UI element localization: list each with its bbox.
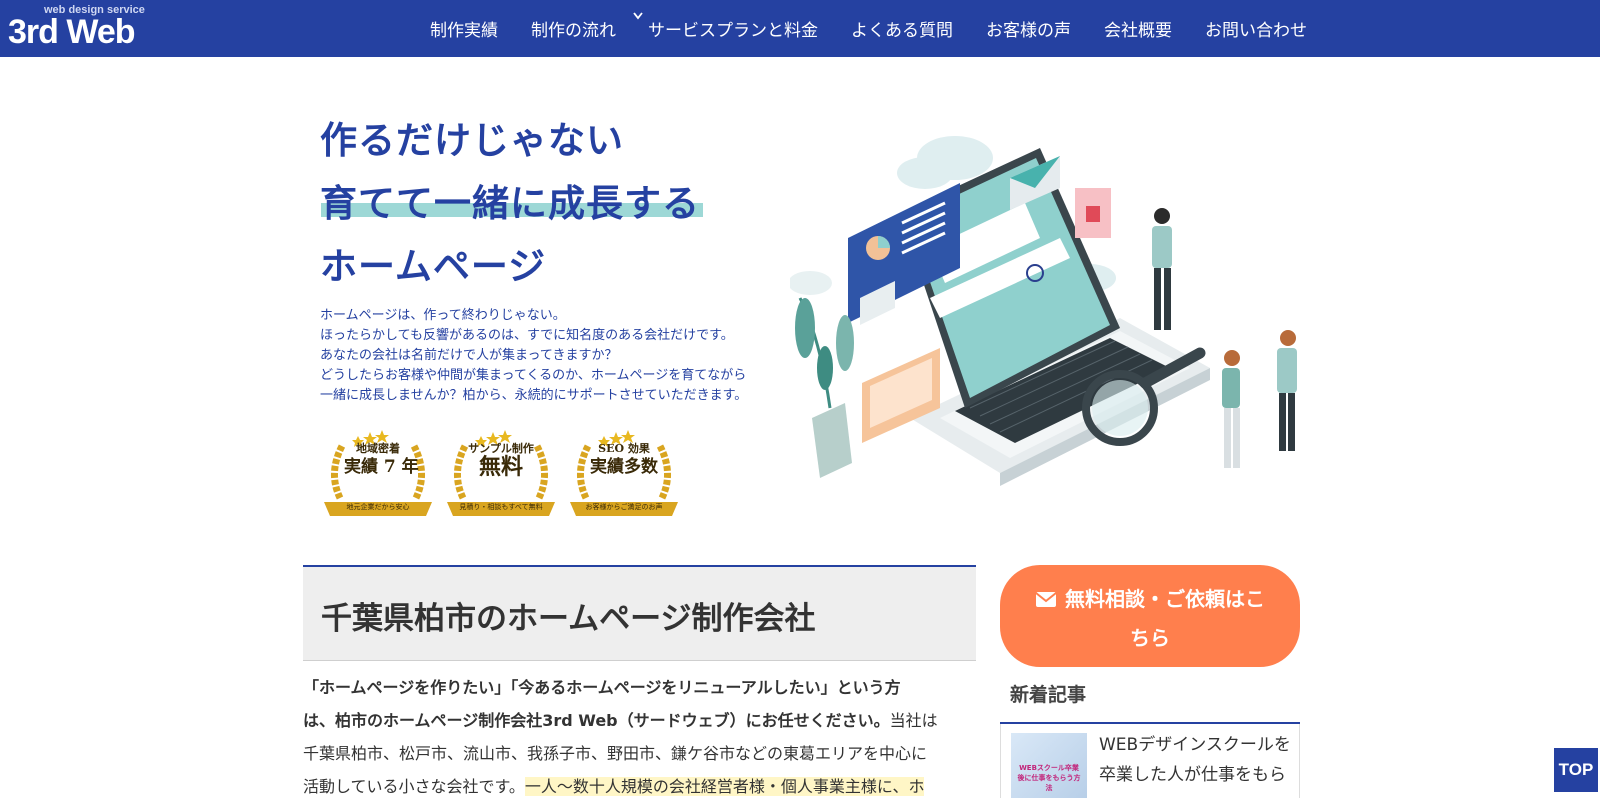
- intro-text-start: 活動している小さな会社です。: [303, 777, 525, 796]
- badge-line-1: 地域密着: [356, 442, 400, 455]
- cta-label: 無料相談・ご依頼はこ: [1065, 587, 1265, 611]
- cta-label-continued: ちら: [1130, 626, 1170, 650]
- hero-paragraph: ホームページは、作って終わりじゃない。 ほったらかしても反響があるのは、すでに知…: [320, 306, 760, 406]
- section-title: 千葉県柏市のホームページ制作会社: [321, 601, 816, 637]
- hero-headline-1: 作るだけじゃない: [320, 119, 624, 162]
- badge-ribbon: 見積り・相談もすべて無料: [459, 503, 543, 511]
- envelope-icon: [1035, 592, 1057, 607]
- hero-text-line: 一緒に成長しませんか？柏から、永続的にサポートさせていただきます。: [320, 388, 748, 403]
- hero-illustration: [790, 136, 1297, 486]
- hero-text-line: あなたの会社は名前だけで人が集まってきますか？: [320, 348, 618, 363]
- article-thumbnail[interactable]: WEBスクール卒業後に仕事をもらう方法: [1011, 733, 1087, 798]
- hero-headline-3: ホームページ: [320, 245, 547, 288]
- intro-line: は、柏市のホームページ制作会社3rd Web（サードウェブ）にお任せください。当…: [303, 704, 976, 737]
- main-nav: 制作実績 制作の流れ サービスプランと料金 よくある質問 お客様の声 会社概要 …: [0, 0, 1600, 57]
- intro-line: 活動している小さな会社です。一人～数十人規模の会社経営者様・個人事業主様に、ホ: [303, 770, 976, 798]
- thumbnail-caption: WEBスクール卒業後に仕事をもらう方法: [1017, 764, 1081, 792]
- chevron-down-icon[interactable]: [632, 10, 644, 22]
- award-badge-sample: サンプル制作 無料 見積り・相談もすべて無料: [443, 428, 559, 523]
- back-to-top-button[interactable]: TOP: [1554, 748, 1598, 792]
- badge-line-2: 実績 7 年: [344, 457, 419, 477]
- intro-text-tail: 当社は: [889, 711, 938, 730]
- intro-highlight: 一人～数十人規模の会社経営者様・個人事業主様に、ホ: [524, 777, 925, 796]
- section-heading-box: 千葉県柏市のホームページ制作会社: [303, 565, 976, 661]
- nav-item-voices[interactable]: お客様の声: [986, 16, 1071, 41]
- hero-text-line: ほったらかしても反響があるのは、すでに知名度のある会社だけです。: [320, 328, 734, 343]
- badge-ribbon: お客様からご満足のお声: [585, 503, 663, 511]
- badge-line-1: SEO 効果: [598, 442, 650, 455]
- site-header: web design service 3rd Web 制作実績 制作の流れ サー…: [0, 0, 1600, 57]
- article-title[interactable]: WEBデザインスクールを 卒業した人が仕事をもら: [1099, 730, 1294, 790]
- badge-ribbon: 地元企業だから安心: [346, 503, 410, 511]
- intro-bold-text: は、柏市のホームページ制作会社3rd Web（サードウェブ）にお任せください。: [303, 711, 890, 730]
- nav-item-plans[interactable]: サービスプランと料金: [648, 16, 818, 41]
- intro-line: 「ホームページを作りたい」「今あるホームページをリニューアルしたい」という方: [303, 678, 901, 697]
- award-badge-local: 地域密着 実績 7 年 地元企業だから安心: [320, 428, 436, 523]
- recent-posts-heading: 新着記事: [1010, 684, 1087, 706]
- badge-line-2: 実績多数: [590, 457, 658, 477]
- consultation-cta-button[interactable]: 無料相談・ご依頼はこ ちら: [1000, 565, 1300, 667]
- nav-item-flow[interactable]: 制作の流れ: [531, 16, 616, 41]
- badge-line-2: 無料: [478, 454, 523, 480]
- nav-item-company[interactable]: 会社概要: [1104, 16, 1172, 41]
- intro-line: 千葉県柏市、松戸市、流山市、我孫子市、野田市、鎌ケ谷市などの東葛エリアを中心に: [303, 744, 928, 763]
- award-badge-seo: SEO 効果 実績多数 お客様からご満足のお声: [566, 428, 682, 523]
- nav-item-contact[interactable]: お問い合わせ: [1205, 16, 1307, 41]
- article-title-line: WEBデザインスクールを: [1099, 735, 1291, 755]
- hero-text-line: ホームページは、作って終わりじゃない。: [320, 308, 566, 323]
- recent-article-item[interactable]: WEBスクール卒業後に仕事をもらう方法 WEBデザインスクールを 卒業した人が仕…: [1000, 724, 1300, 798]
- nav-item-faq[interactable]: よくある質問: [851, 16, 953, 41]
- hero-headline-2: 育てて一緒に成長する: [320, 182, 700, 225]
- hero-text-line: どうしたらお客様や仲間が集まってくるのか、ホームページを育てながら: [320, 368, 747, 383]
- nav-item-works[interactable]: 制作実績: [430, 16, 498, 41]
- intro-text: 「ホームページを作りたい」「今あるホームページをリニューアルしたい」という方 は…: [303, 671, 976, 798]
- article-title-line: 卒業した人が仕事をもら: [1099, 765, 1286, 785]
